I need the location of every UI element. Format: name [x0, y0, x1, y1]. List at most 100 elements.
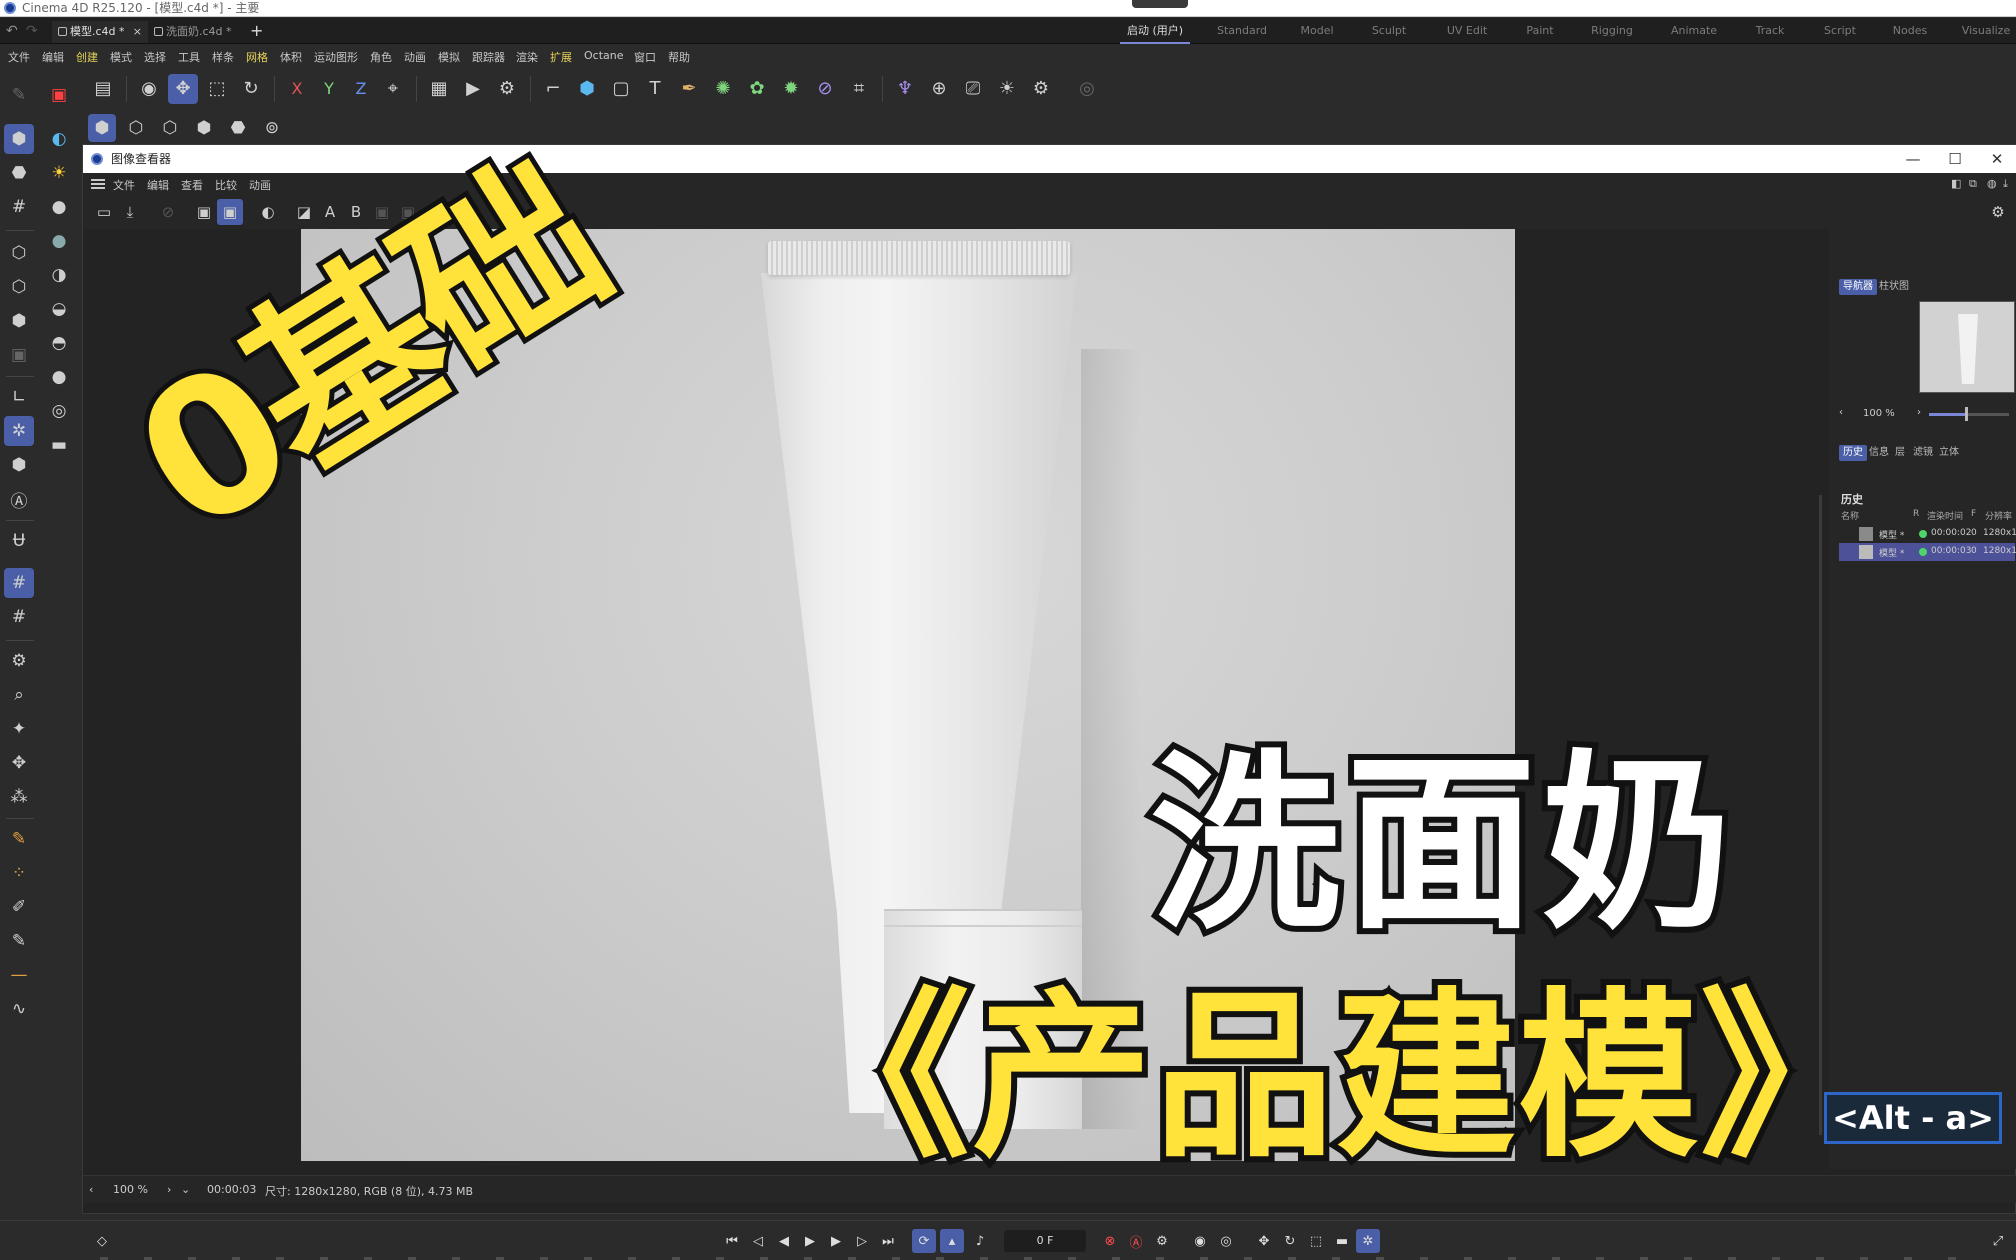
layout-nodes[interactable]: Nodes: [1886, 18, 1934, 44]
layout-paint[interactable]: Paint: [1516, 18, 1564, 44]
go-to-start-icon[interactable]: ⏮: [720, 1229, 744, 1253]
cloner-icon[interactable]: ✿: [742, 74, 772, 104]
tab-history[interactable]: 历史: [1839, 445, 1867, 461]
menu-file[interactable]: 文件: [8, 49, 30, 65]
points-mode-icon[interactable]: ⬡: [122, 114, 150, 142]
polygons-mode-icon[interactable]: ⬢: [190, 114, 218, 142]
brush-settings-icon[interactable]: ✦: [4, 714, 34, 744]
uv-mode-icon[interactable]: ⬣: [224, 114, 252, 142]
tab-filter[interactable]: 滤镜: [1909, 445, 1937, 461]
settings-gear-icon[interactable]: ⚙: [4, 646, 34, 676]
render-region-icon[interactable]: ▣: [191, 199, 217, 225]
loop-icon[interactable]: ⟳: [912, 1229, 936, 1253]
scene-settings-icon[interactable]: ⚙: [1026, 74, 1056, 104]
sun-icon[interactable]: ☀: [44, 158, 74, 188]
record-keys-icon[interactable]: ⊗: [1098, 1229, 1122, 1253]
layout-model[interactable]: Model: [1292, 18, 1342, 44]
sphere-blue-icon[interactable]: ●: [44, 226, 74, 256]
text-a-icon[interactable]: Ⓐ: [4, 484, 34, 514]
stop-render-icon[interactable]: ⊘: [155, 199, 181, 225]
prev-frame-icon[interactable]: ◀: [772, 1229, 796, 1253]
current-frame-field[interactable]: 0 F: [1004, 1230, 1086, 1252]
grid-axis-icon[interactable]: #: [4, 602, 34, 632]
playback-mode-icon[interactable]: ▴: [940, 1229, 964, 1253]
layout-visualize[interactable]: Visualize: [1956, 18, 2016, 44]
texture-mode-icon[interactable]: ▣: [4, 340, 34, 370]
points-icon[interactable]: ⬡: [4, 238, 34, 268]
light-icon[interactable]: ☀: [992, 74, 1022, 104]
gray-material-icon[interactable]: ●: [44, 362, 74, 392]
eyedropper-icon[interactable]: ✎: [4, 926, 34, 956]
model-mode-icon[interactable]: ⬢: [88, 114, 116, 142]
layout-standard[interactable]: Standard: [1212, 18, 1272, 44]
scale-key-icon[interactable]: ⬚: [1304, 1229, 1328, 1253]
menu-mesh[interactable]: 网格: [246, 49, 268, 65]
pill-icon[interactable]: ▬: [44, 430, 74, 460]
sound-icon[interactable]: ♪: [968, 1229, 992, 1253]
axis-z-lock-button[interactable]: Z: [346, 74, 376, 104]
menu-tracker[interactable]: 跟踪器: [472, 49, 505, 65]
paint-icon[interactable]: ✎: [4, 824, 34, 854]
viewer-menu-file[interactable]: 文件: [113, 177, 135, 193]
doc-tab-cleanser[interactable]: 洗面奶.c4d *: [148, 21, 248, 43]
tab-info[interactable]: 信息: [1865, 445, 1893, 461]
viewer-menu-animation[interactable]: 动画: [249, 177, 271, 193]
edges-mode-icon[interactable]: ⬡: [156, 114, 184, 142]
menu-extensions[interactable]: 扩展: [550, 49, 572, 65]
layout-startup[interactable]: 启动 (用户): [1120, 18, 1190, 44]
key-settings-icon[interactable]: ⚙: [1150, 1229, 1174, 1253]
clapboard-icon[interactable]: ▤: [88, 74, 118, 104]
grid-snap-icon[interactable]: #: [4, 568, 34, 598]
menu-mograph[interactable]: 运动图形: [314, 49, 358, 65]
tab-navigator[interactable]: 导航器: [1839, 279, 1877, 295]
move-points-icon[interactable]: ✥: [4, 748, 34, 778]
sphere-gray-icon[interactable]: ●: [44, 192, 74, 222]
layout-animate[interactable]: Animate: [1666, 18, 1722, 44]
edges-icon[interactable]: ⬡: [4, 272, 34, 302]
tab-histogram[interactable]: 柱状图: [1875, 279, 1913, 295]
polygons-icon[interactable]: ⬢: [4, 306, 34, 336]
close-button[interactable]: ✕: [1977, 145, 2016, 173]
zoom-decrease-icon[interactable]: ‹: [1839, 407, 1843, 418]
hamburger-menu-icon[interactable]: [91, 179, 105, 189]
axis-mode-icon[interactable]: ∟: [4, 382, 34, 412]
layout-uv-edit[interactable]: UV Edit: [1440, 18, 1494, 44]
effector-icon[interactable]: ✹: [776, 74, 806, 104]
menu-animation[interactable]: 动画: [404, 49, 426, 65]
rotation-key-icon[interactable]: ↻: [1278, 1229, 1302, 1253]
axis-y-lock-button[interactable]: Y: [314, 74, 344, 104]
maximize-button[interactable]: ☐: [1935, 145, 1975, 173]
mix-material-icon[interactable]: ◒: [44, 294, 74, 324]
pin-icon[interactable]: ⤓: [2003, 177, 2008, 191]
render-active-icon[interactable]: ▣: [217, 199, 243, 225]
menu-volume[interactable]: 体积: [280, 49, 302, 65]
workplane-icon[interactable]: ⬢: [4, 450, 34, 480]
autokey-icon[interactable]: Ⓐ: [1124, 1229, 1148, 1253]
viewer-menu-compare[interactable]: 比较: [215, 177, 237, 193]
scale-tool-icon[interactable]: ⬚: [202, 74, 232, 104]
field-icon[interactable]: ⌗: [844, 74, 874, 104]
next-key-icon[interactable]: ▷: [850, 1229, 874, 1253]
keyframe-icon[interactable]: ◇: [90, 1229, 114, 1253]
go-to-end-icon[interactable]: ⏭: [876, 1229, 900, 1253]
menu-character[interactable]: 角色: [370, 49, 392, 65]
open-folder-icon[interactable]: ▭: [91, 199, 117, 225]
brush-icon[interactable]: ✐: [4, 892, 34, 922]
zoom-increase-icon[interactable]: ›: [1917, 407, 1921, 418]
external-window-icon[interactable]: ⧉: [1969, 177, 1977, 191]
tab-layers[interactable]: 层: [1891, 445, 1909, 461]
record-camera-icon[interactable]: ▣: [44, 80, 74, 110]
metal-material-icon[interactable]: ◓: [44, 328, 74, 358]
parameter-key-icon[interactable]: ▬: [1330, 1229, 1354, 1253]
viewer-menu-edit[interactable]: 编辑: [147, 177, 169, 193]
play-icon[interactable]: ▶: [798, 1229, 822, 1253]
menu-create[interactable]: 创建: [76, 49, 98, 65]
menu-spline[interactable]: 样条: [212, 49, 234, 65]
add-tab-button[interactable]: +: [250, 21, 263, 40]
point-level-icon[interactable]: ◎: [1214, 1229, 1238, 1253]
zoom-slider-handle[interactable]: [1965, 407, 1968, 421]
menu-simulate[interactable]: 模拟: [438, 49, 460, 65]
zoom-dropdown-icon[interactable]: ⌄: [181, 1183, 190, 1196]
history-row[interactable]: 模型 * 00:00:02 0 1280x1280: [1839, 525, 2016, 543]
render-view-icon[interactable]: ◎: [1072, 74, 1102, 104]
